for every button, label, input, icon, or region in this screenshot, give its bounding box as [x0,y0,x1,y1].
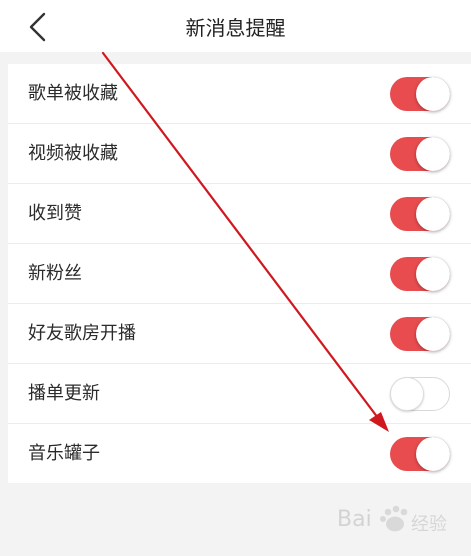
toggle-likes-received[interactable] [390,197,450,231]
toggle-knob [416,437,450,471]
baidu-jingyan-watermark: Bai 经验 [333,500,455,540]
setting-row-playlist-updates: 播单更新 [8,364,471,424]
notification-settings-list: 歌单被收藏视频被收藏收到赞新粉丝好友歌房开播 播单更新音乐罐子 [8,64,471,483]
header-bar: 新消息提醒 [0,0,471,52]
toggle-knob [416,137,450,171]
page-title: 新消息提醒 [185,16,286,40]
toggle-knob [416,317,450,351]
setting-label: 新粉丝 [28,263,82,284]
svg-text:经验: 经验 [411,514,447,535]
toggle-playlist-favorited[interactable] [390,77,450,111]
toggle-music-jar[interactable] [390,437,450,471]
setting-row-friend-room-live: 好友歌房开播 [8,304,471,364]
setting-label: 收到赞 [28,203,82,224]
section-gap [0,52,471,64]
setting-label: 视频被收藏 [28,143,118,164]
toggle-knob [416,197,450,231]
setting-row-video-favorited: 视频被收藏 [8,124,471,184]
toggle-knob [390,377,424,411]
toggle-video-favorited[interactable] [390,137,450,171]
setting-row-music-jar: 音乐罐子 [8,424,471,483]
setting-label: 音乐罐子 [28,443,100,464]
toggle-knob [416,257,450,291]
baidu-paw-icon: Bai 经验 [337,505,447,535]
toggle-knob [416,77,450,111]
setting-label: 播单更新 [28,383,100,404]
toggle-friend-room-live[interactable] [390,317,450,351]
toggle-playlist-updates[interactable] [390,377,450,411]
setting-label: 歌单被收藏 [28,83,118,104]
svg-text:Bai: Bai [337,507,372,532]
setting-row-playlist-favorited: 歌单被收藏 [8,64,471,124]
setting-row-likes-received: 收到赞 [8,184,471,244]
toggle-new-followers[interactable] [390,257,450,291]
setting-label: 好友歌房开播 [28,323,136,344]
setting-row-new-followers: 新粉丝 [8,244,471,304]
